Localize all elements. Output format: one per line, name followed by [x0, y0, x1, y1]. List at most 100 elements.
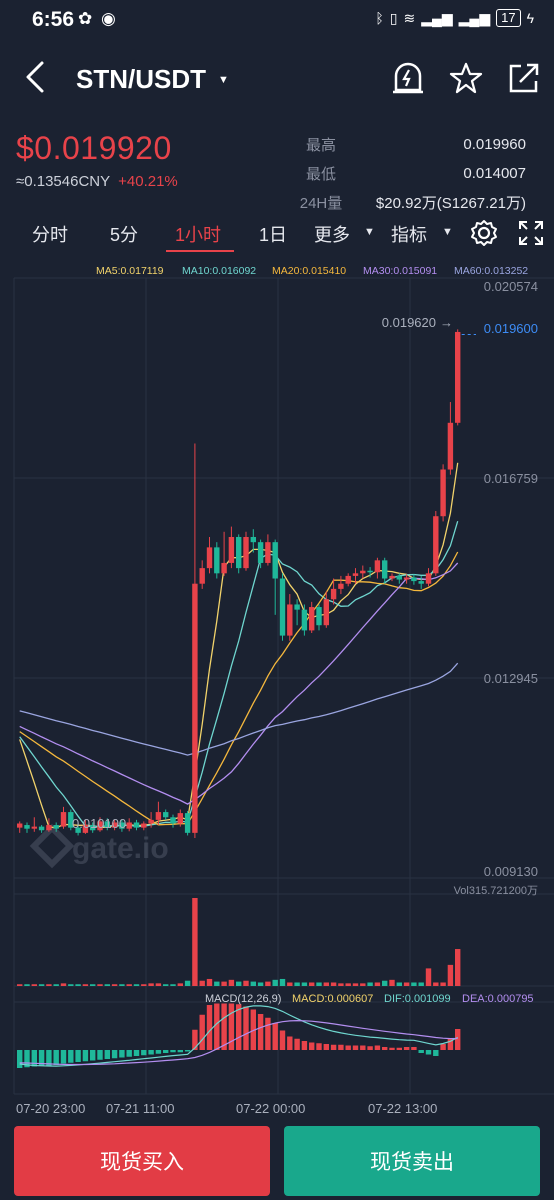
- tab-timeline[interactable]: 分时: [32, 221, 68, 247]
- candle-body: [177, 813, 183, 824]
- macd-bar: [184, 1050, 191, 1052]
- ma30-legend: MA30:0.015091: [363, 265, 437, 277]
- tab-indicators[interactable]: 指标: [391, 221, 427, 247]
- tab-1day[interactable]: 1日: [259, 221, 287, 247]
- macd-bar: [301, 1041, 308, 1050]
- spot-sell-button[interactable]: 现货卖出: [284, 1126, 540, 1196]
- kline-chart[interactable]: gate.io MA5:0.017119 MA10:0.016092 MA20:…: [0, 258, 554, 1120]
- volume-bar: [38, 984, 45, 986]
- candle-body: [433, 516, 439, 574]
- candle-body: [382, 560, 388, 579]
- macd-bar: [148, 1050, 154, 1055]
- footer-actions: 现货买入 现货卖出: [0, 1120, 554, 1200]
- x-label-3: 07-22 00:00: [236, 1101, 305, 1116]
- macd-bar: [31, 1050, 37, 1067]
- volume-bar: [221, 981, 227, 986]
- interval-tabs: 分时 5分 1小时 1日 更多 ▼ 指标 ▼: [0, 212, 554, 254]
- volume-bar: [265, 981, 271, 986]
- volume-bar: [24, 984, 30, 986]
- macd-histogram: [17, 1003, 461, 1068]
- candle-body: [316, 607, 322, 626]
- chart-grid: [13, 277, 554, 1095]
- status-time: 6:56: [32, 8, 75, 31]
- back-icon[interactable]: [22, 60, 50, 94]
- volume-legend: Vol315.721200万: [454, 885, 538, 897]
- ma60-legend: MA60:0.013252: [454, 265, 528, 277]
- macd-bar: [17, 1050, 23, 1068]
- volume-bar: [396, 982, 402, 986]
- macd-bar: [272, 1023, 278, 1050]
- stat-high-value: 0.019960: [463, 136, 526, 153]
- macd-bar: [294, 1038, 300, 1050]
- more-dropdown-icon[interactable]: ▼: [364, 226, 375, 238]
- current-price-marker: 0.019600: [484, 321, 538, 336]
- candle-body: [279, 578, 286, 636]
- wifi-icon: ≋: [403, 9, 416, 26]
- dea-value: DEA:0.000795: [462, 993, 534, 1005]
- macd-bar: [352, 1045, 359, 1050]
- macd-bar: [119, 1050, 125, 1058]
- macd-bar: [338, 1044, 344, 1050]
- candle-body: [163, 812, 169, 818]
- macd-bar: [206, 1005, 213, 1050]
- sub-price-line: ≈0.13546CNY +40.21%: [16, 173, 178, 190]
- fullscreen-icon[interactable]: [518, 220, 544, 246]
- y-tick-4: 0.009130: [484, 864, 538, 879]
- spot-buy-button[interactable]: 现货买入: [14, 1126, 270, 1196]
- macd-bar: [425, 1050, 432, 1055]
- price-alert-icon[interactable]: [390, 60, 426, 96]
- favorite-star-icon[interactable]: [448, 60, 484, 96]
- candle-body: [46, 825, 52, 831]
- volume-bar: [97, 984, 103, 986]
- candle-body: [447, 422, 454, 470]
- tab-5min[interactable]: 5分: [110, 221, 138, 247]
- macd-bar: [221, 1003, 227, 1050]
- signal-icon: ▂▄▆: [421, 9, 453, 26]
- macd-bar: [330, 1044, 337, 1050]
- svg-text:gate.io: gate.io: [72, 832, 169, 865]
- volume-bar: [177, 983, 183, 986]
- macd-bar: [192, 1029, 198, 1050]
- macd-title: MACD(12,26,9): [205, 993, 281, 1005]
- candle-body: [206, 547, 213, 569]
- share-icon[interactable]: [506, 60, 542, 96]
- volume-bar: [206, 978, 213, 986]
- high-marker-arrow: →: [440, 315, 453, 330]
- stat-volume-value: $20.92万(S1267.21万): [375, 195, 526, 212]
- macd-bar: [155, 1050, 162, 1054]
- volume-bar: [192, 898, 198, 986]
- chart-settings-icon[interactable]: [470, 219, 498, 247]
- ma60-line: [19, 662, 459, 756]
- macd-value: MACD:0.000607: [292, 993, 373, 1005]
- pair-dropdown-icon[interactable]: ▼: [218, 74, 229, 86]
- volume-bars: [17, 898, 461, 986]
- y-tick-2: 0.016759: [484, 471, 538, 486]
- candle-body: [38, 826, 45, 831]
- indicators-dropdown-icon[interactable]: ▼: [442, 226, 453, 238]
- volume-bar: [184, 980, 191, 986]
- macd-bar: [177, 1050, 183, 1053]
- volume-bar: [301, 982, 308, 986]
- macd-bar: [323, 1044, 329, 1050]
- volume-bar: [119, 984, 125, 986]
- y-tick-3: 0.012945: [484, 671, 538, 686]
- candle-body: [228, 536, 235, 563]
- tab-more[interactable]: 更多: [314, 221, 350, 247]
- volume-bar: [133, 984, 140, 986]
- pair-title[interactable]: STN/USDT: [76, 64, 206, 95]
- volume-bar: [148, 983, 154, 986]
- ma5-line: [19, 462, 459, 829]
- volume-bar: [199, 980, 205, 986]
- candle-body: [272, 542, 278, 579]
- candle-body: [148, 819, 154, 824]
- tab-1hour[interactable]: 1小时: [175, 221, 221, 247]
- macd-bar: [257, 1014, 264, 1050]
- ma10-legend: MA10:0.016092: [182, 265, 256, 277]
- candle-body: [403, 577, 410, 580]
- chart-area[interactable]: gate.io MA5:0.017119 MA10:0.016092 MA20:…: [0, 258, 554, 1120]
- ma5-legend: MA5:0.017119: [96, 265, 164, 277]
- volume-bar: [60, 983, 67, 986]
- volume-bar: [243, 980, 249, 986]
- volume-bar: [382, 980, 388, 986]
- volume-bar: [440, 982, 446, 986]
